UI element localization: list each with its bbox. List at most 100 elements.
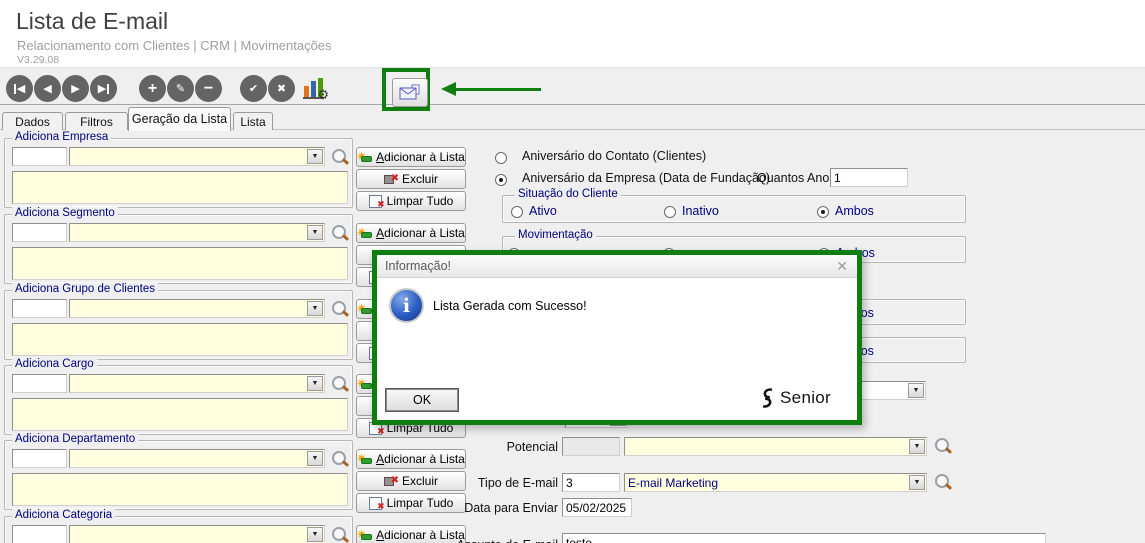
group-adiciona-grupo-clientes: Adiciona Grupo de Clientes ▼ (4, 283, 353, 360)
radio-ativo[interactable] (511, 206, 523, 218)
dialog-title: Informação! (385, 259, 452, 273)
close-icon[interactable]: ✕ (836, 258, 848, 275)
tipo-email-combo[interactable]: E-mail Marketing ▼ (624, 473, 927, 492)
chart-button[interactable]: ⚙ (303, 77, 329, 102)
potencial-code-input[interactable] (562, 437, 620, 456)
grupo-code-input[interactable] (12, 299, 67, 318)
radio-label: Aniversário do Contato (Clientes) (522, 149, 707, 163)
add-to-list-icon (356, 451, 373, 467)
edit-record-button[interactable]: ✎ (167, 75, 194, 102)
radio-label: Inativo (682, 204, 719, 218)
tab-filtros[interactable]: Filtros (65, 112, 128, 130)
group-situacao-cliente: Situação do Cliente Ativo Inativo Ambos (502, 188, 966, 223)
radio-label: Ativo (529, 204, 557, 218)
chevron-down-icon[interactable]: ▼ (307, 376, 323, 391)
search-icon[interactable] (330, 223, 350, 243)
adicionar-a-lista-button[interactable]: Adicionar à Lista (356, 147, 466, 167)
departamento-combo[interactable]: ▼ (69, 449, 325, 468)
confirm-button[interactable]: ✔ (240, 75, 267, 102)
radio-aniversario-empresa[interactable] (495, 174, 507, 186)
first-record-button[interactable]: ◀ (6, 75, 33, 102)
chevron-down-icon[interactable]: ▼ (307, 451, 323, 466)
chevron-down-icon[interactable]: ▼ (307, 225, 323, 240)
assunto-label: Assunto de E-mail (448, 538, 558, 543)
send-email-list-button[interactable] (392, 78, 428, 107)
tab-geracao-da-lista[interactable]: Geração da Lista (128, 107, 231, 131)
search-icon[interactable] (933, 472, 953, 492)
gear-icon: ⚙ (317, 87, 329, 102)
search-icon[interactable] (330, 299, 350, 319)
departamento-listbox[interactable] (12, 473, 348, 506)
chevron-down-icon[interactable]: ▼ (909, 475, 925, 490)
lista-de-email-window: Lista de E-mail Relacionamento com Clien… (0, 0, 1145, 543)
radio-aniversario-contato[interactable] (495, 152, 507, 164)
senior-logo: Senior (759, 386, 831, 410)
adicionar-a-lista-button[interactable]: Adicionar à Lista (356, 223, 466, 243)
empresa-listbox[interactable] (12, 171, 348, 204)
radio-ambos[interactable] (817, 206, 829, 218)
cancel-button[interactable]: ✖ (268, 75, 295, 102)
add-record-button[interactable]: + (139, 75, 166, 102)
limpar-tudo-button[interactable]: Limpar Tudo (356, 191, 466, 211)
search-icon[interactable] (933, 436, 953, 456)
chevron-down-icon[interactable]: ▼ (307, 149, 323, 164)
cargo-listbox[interactable] (12, 398, 348, 431)
search-icon[interactable] (330, 374, 350, 394)
empresa-code-input[interactable] (12, 147, 67, 166)
chart-bar-icon (311, 81, 316, 97)
group-label: Adiciona Empresa (12, 131, 112, 143)
potencial-combo[interactable]: ▼ (624, 437, 927, 456)
tab-lista[interactable]: Lista (233, 112, 273, 130)
excluir-button[interactable]: Excluir (356, 169, 466, 189)
last-record-button[interactable]: ▶ (90, 75, 117, 102)
next-icon: ▶ (71, 83, 80, 95)
group-label: Situação do Cliente (515, 188, 621, 200)
add-to-list-icon (356, 527, 373, 543)
plus-icon: + (147, 79, 158, 97)
dialog-message: Lista Gerada com Sucesso! (433, 299, 587, 313)
search-icon[interactable] (330, 449, 350, 469)
search-icon[interactable] (330, 147, 350, 167)
previous-record-button[interactable]: ◀ (34, 75, 61, 102)
segmento-combo[interactable]: ▼ (69, 223, 325, 242)
group-label: Adiciona Departamento (12, 433, 139, 445)
x-icon: ✖ (276, 83, 287, 95)
empresa-combo[interactable]: ▼ (69, 147, 325, 166)
data-enviar-label: Data para Enviar (464, 501, 558, 515)
group-adiciona-segmento: Adiciona Segmento ▼ (4, 207, 353, 284)
departamento-code-input[interactable] (12, 449, 67, 468)
segmento-listbox[interactable] (12, 247, 348, 280)
remove-record-button[interactable]: − (195, 75, 222, 102)
search-icon[interactable] (330, 525, 350, 543)
grupo-listbox[interactable] (12, 323, 348, 356)
envelope-icon (399, 84, 420, 99)
assunto-input[interactable] (562, 533, 1046, 543)
chevron-down-icon[interactable]: ▼ (908, 383, 924, 398)
tipo-email-code-input[interactable] (562, 473, 620, 492)
grupo-combo[interactable]: ▼ (69, 299, 325, 318)
tab-dados[interactable]: Dados (2, 112, 63, 130)
previous-icon: ◀ (43, 83, 52, 95)
first-record-icon: ◀ (16, 83, 26, 95)
quantos-anos-input[interactable] (830, 168, 908, 187)
minus-icon: − (203, 79, 214, 97)
ok-button[interactable]: OK (385, 388, 459, 412)
segmento-code-input[interactable] (12, 223, 67, 242)
chevron-down-icon[interactable]: ▼ (307, 527, 323, 542)
radio-inativo[interactable] (664, 206, 676, 218)
informacao-dialog: Informação! ✕ i Lista Gerada com Sucesso… (372, 250, 862, 425)
chevron-down-icon[interactable]: ▼ (909, 439, 925, 454)
cargo-code-input[interactable] (12, 374, 67, 393)
chart-bar-icon (304, 86, 309, 97)
cargo-combo[interactable]: ▼ (69, 374, 325, 393)
next-record-button[interactable]: ▶ (62, 75, 89, 102)
chevron-down-icon[interactable]: ▼ (307, 301, 323, 316)
categoria-combo[interactable]: ▼ (69, 525, 325, 543)
group-label: Adiciona Grupo de Clientes (12, 283, 158, 295)
check-icon: ✔ (248, 83, 259, 95)
categoria-code-input[interactable] (12, 525, 67, 543)
data-enviar-input[interactable] (562, 498, 632, 517)
radio-label: Aniversário da Empresa (Data de Fundação… (522, 171, 771, 185)
dialog-titlebar[interactable]: Informação! (377, 255, 857, 278)
add-to-list-icon (356, 225, 373, 241)
